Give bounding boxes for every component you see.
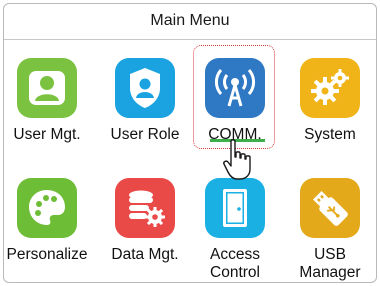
database-gear-icon: [115, 178, 175, 238]
menu-item-data-mgt[interactable]: Data Mgt.: [99, 162, 191, 278]
menu-item-label: User Role: [110, 126, 180, 143]
menu-item-personalize[interactable]: Personalize: [1, 162, 93, 278]
menu-item-label: System: [304, 126, 356, 143]
menu-item-system[interactable]: System: [284, 42, 376, 158]
menu-item-label: Access Control: [210, 246, 260, 281]
hand-pointer-icon: [222, 138, 262, 182]
menu-item-user-mgt[interactable]: User Mgt.: [1, 42, 93, 158]
menu-item-user-role[interactable]: User Role: [99, 42, 191, 158]
menu-item-label: Data Mgt.: [111, 246, 179, 263]
menu-item-label: User Mgt.: [13, 126, 81, 143]
gears-icon: [300, 58, 360, 118]
palette-icon: [17, 178, 77, 238]
menu-item-label: USB Manager: [299, 246, 361, 281]
user-icon: [17, 58, 77, 118]
usb-drive-icon: [300, 178, 360, 238]
menu-item-label: Personalize: [6, 246, 88, 263]
menu-item-usb-manager[interactable]: USB Manager: [284, 162, 376, 281]
selection-highlight: [193, 45, 275, 149]
user-shield-icon: [115, 58, 175, 118]
door-icon: [205, 178, 265, 238]
page-title: Main Menu: [4, 4, 376, 40]
